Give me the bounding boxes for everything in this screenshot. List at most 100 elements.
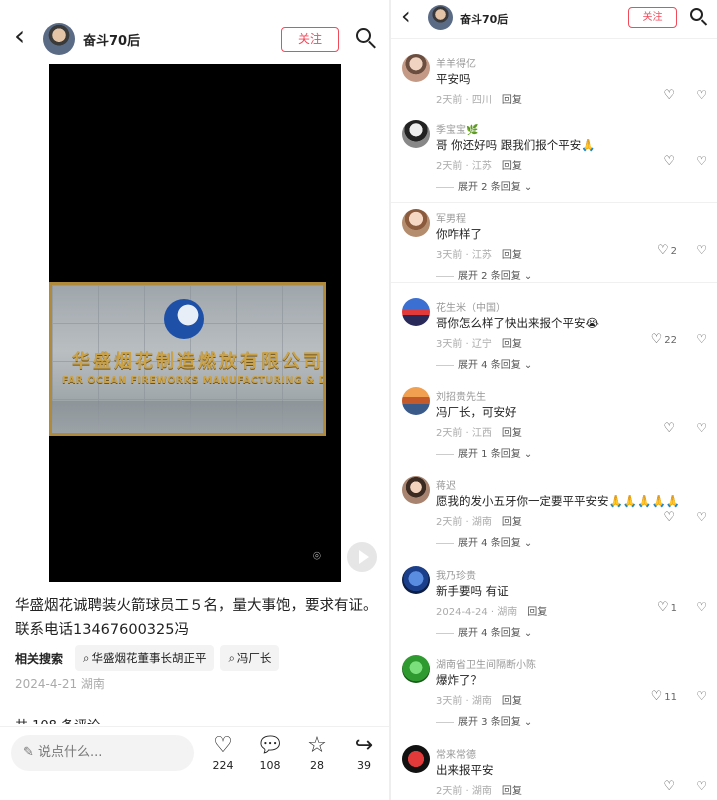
search-icon[interactable] [689,7,709,27]
dislike-icon[interactable]: ♡ [696,421,707,435]
related-chip[interactable]: ⌕ 华盛烟花董事长胡正平 [75,645,215,671]
reply-button[interactable]: 回复 [527,607,547,618]
author-avatar[interactable] [43,23,75,55]
commenter-name[interactable]: 湖南省卫生间隔断小陈 [436,656,536,671]
bottom-action-bar: ✎ 说点什么... ♡ 224 💬︎ 108 ☆ 28 ↪ 39 [0,726,389,800]
dislike-icon[interactable]: ♡ [696,154,707,168]
commenter-name[interactable]: 常来常德 [436,746,476,761]
commenter-name[interactable]: 军男程 [436,210,466,225]
sign-chinese-text: 华盛烟花制造燃放有限公司 [72,351,324,372]
reply-button[interactable]: 回复 [502,250,522,261]
like-count: 224 [212,759,234,772]
expand-replies[interactable]: 展开 1 条回复 ⌄ [436,445,532,460]
like-button[interactable]: ♡ 224 [206,733,240,772]
comment-item: 我乃珍贵 新手要吗 有证 2024-4-24 · 湖南 回复 ♡ 1 ♡ 展开 4 … [391,566,717,646]
related-title: 相关搜索 [15,651,64,666]
comment-like[interactable]: ♡ [663,510,677,525]
play-icon[interactable] [347,542,377,572]
comment-text: 平安吗 [436,72,471,86]
commenter-avatar[interactable] [402,745,430,773]
author-name[interactable]: 奋斗70后 [460,11,508,27]
heart-icon: ♡ [663,154,675,169]
heart-icon: ♡ [650,332,663,347]
author-avatar[interactable] [428,5,453,30]
commenter-avatar[interactable] [402,655,430,683]
reply-button[interactable]: 回复 [502,517,522,528]
sign-english-text: FAR OCEAN FIREWORKS MANUFACTURING & DISP… [62,375,323,386]
dislike-icon[interactable]: ♡ [696,600,707,614]
comment-meta: 2天前 · 江苏 回复 [436,161,522,172]
commenter-avatar[interactable] [402,54,430,82]
comments-panel: ‹ 奋斗70后 关注 羊羊得亿 平安吗 2天前 · 四川 回复 ♡ ♡ 季宝宝🌿 … [391,0,717,800]
commenter-avatar[interactable] [402,566,430,594]
comment-like[interactable]: ♡ 22 [651,332,677,347]
dislike-icon[interactable]: ♡ [696,689,707,703]
dislike-icon[interactable]: ♡ [696,510,707,524]
dislike-icon[interactable]: ♡ [696,88,707,102]
commenter-avatar[interactable] [402,120,430,148]
comment-meta: 3天前 · 江苏 回复 [436,250,522,261]
comment-like[interactable]: ♡ 2 [657,243,677,258]
author-name[interactable]: 奋斗70后 [83,30,140,49]
reply-button[interactable]: 回复 [502,428,522,439]
comment-item: 季宝宝🌿 哥 你还好吗 跟我们报个平安🙏 2天前 · 江苏 回复 ♡ ♡ 展开 2… [391,120,717,200]
comment-input[interactable]: ✎ 说点什么... [11,735,194,771]
comment-meta: 2天前 · 江西 回复 [436,428,522,439]
commenter-avatar[interactable] [402,209,430,237]
pencil-icon: ✎ [23,745,39,760]
reply-button[interactable]: 回复 [502,696,522,707]
scan-icon[interactable]: ⌾ [313,549,329,565]
comment-item: 刘招贵先生 冯厂长，可安好 2天前 · 江西 回复 ♡ ♡ 展开 1 条回复 ⌄ [391,387,717,467]
post-panel: ‹ 奋斗70后 关注 华盛烟花制造燃放有限公司 FAR OCEAN FIREWO… [0,0,389,800]
expand-replies[interactable]: 展开 2 条回复 ⌄ [436,267,532,282]
reply-button[interactable]: 回复 [502,161,522,172]
commenter-name[interactable]: 花生米（中国） [436,299,506,314]
dislike-icon[interactable]: ♡ [696,779,707,793]
comment-like[interactable]: ♡ [663,779,677,794]
comment-like[interactable]: ♡ 1 [657,600,677,615]
commenter-avatar[interactable] [402,476,430,504]
expand-replies[interactable]: 展开 4 条回复 ⌄ [436,624,532,639]
star-button[interactable]: ☆ 28 [300,733,334,772]
commenter-name[interactable]: 我乃珍贵 [436,567,476,582]
dislike-icon[interactable]: ♡ [696,243,707,257]
heart-icon: ♡ [663,779,675,794]
reply-button[interactable]: 回复 [502,786,522,797]
share-button[interactable]: ↪ 39 [347,733,381,772]
related-chip[interactable]: ⌕ 冯厂长 [220,645,280,671]
heart-icon: ♡ [663,88,675,103]
dislike-icon[interactable]: ♡ [696,332,707,346]
expand-replies[interactable]: 展开 4 条回复 ⌄ [436,356,532,371]
heart-icon: ♡ [663,421,675,436]
back-icon[interactable]: ‹ [14,22,25,50]
comment-meta: 2天前 · 湖南 回复 [436,786,522,797]
video-player[interactable]: 华盛烟花制造燃放有限公司 FAR OCEAN FIREWORKS MANUFAC… [49,64,377,582]
follow-button[interactable]: 关注 [281,27,339,52]
follow-button[interactable]: 关注 [628,7,677,28]
back-icon[interactable]: ‹ [401,4,411,28]
description-line: 联系电话13467600325冯 [15,622,189,638]
commenter-name[interactable]: 羊羊得亿 [436,55,476,70]
commenter-name[interactable]: 刘招贵先生 [436,388,486,403]
comment-like[interactable]: ♡ 11 [651,689,677,704]
reply-button[interactable]: 回复 [502,339,522,350]
commenter-name[interactable]: 季宝宝🌿 [436,121,478,136]
expand-replies[interactable]: 展开 4 条回复 ⌄ [436,534,532,549]
heart-icon: ♡ [656,600,669,615]
commenter-avatar[interactable] [402,298,430,326]
reply-button[interactable]: 回复 [502,95,522,106]
comments-header: ‹ 奋斗70后 关注 [391,4,717,34]
comment-like[interactable]: ♡ [663,154,677,169]
expand-replies[interactable]: 展开 3 条回复 ⌄ [436,713,532,728]
expand-replies[interactable]: 展开 2 条回复 ⌄ [436,178,532,193]
comment-count: 共 108 条评论 [15,715,100,724]
related-searches: 相关搜索 ⌕ 华盛烟花董事长胡正平 ⌕ 冯厂长 [15,645,280,671]
search-icon[interactable] [354,26,378,50]
comment-button[interactable]: 💬︎ 108 [253,733,287,772]
comment-like[interactable]: ♡ [663,88,677,103]
commenter-avatar[interactable] [402,387,430,415]
comment-like[interactable]: ♡ [663,421,677,436]
commenter-name[interactable]: 蒋迟 [436,477,456,492]
comment-item: 蒋迟 愿我的发小五牙你一定要平平安安🙏🙏🙏🙏🙏 2天前 · 湖南 回复 ♡ ♡ 展… [391,476,717,556]
heart-icon: ♡ [663,510,675,525]
